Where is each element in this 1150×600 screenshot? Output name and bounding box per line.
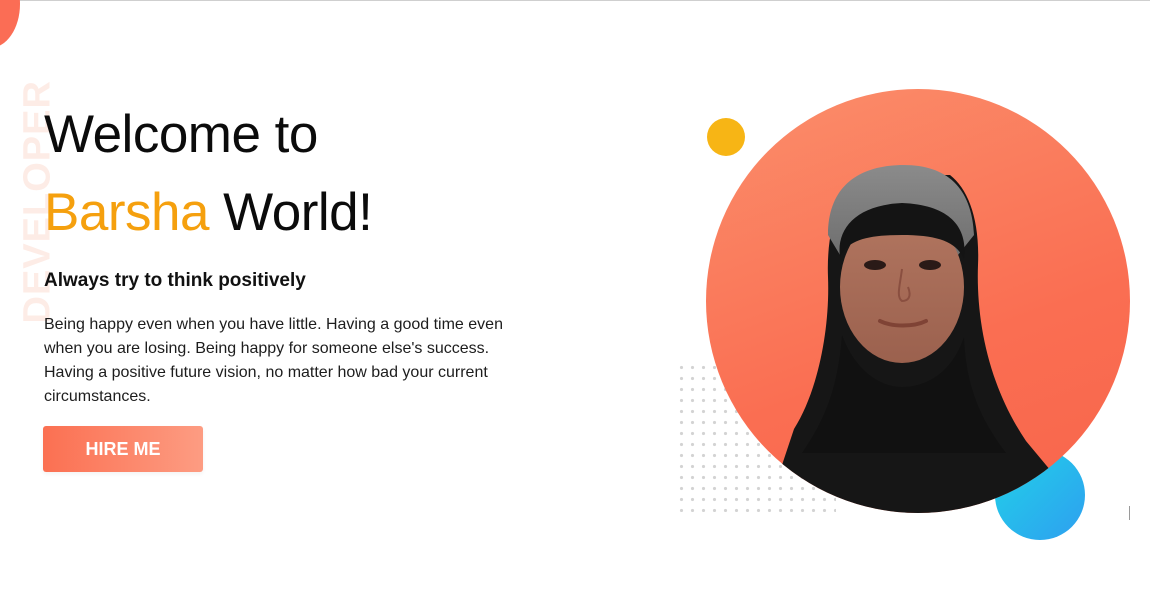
headline-line-1: Welcome to [44, 105, 318, 164]
headline-rest: World! [223, 183, 373, 242]
hero-description: Being happy even when you have little. H… [44, 316, 503, 405]
profile-portrait [766, 165, 1086, 513]
hero-text-block: Welcome to Barsha World! Always try to t… [44, 96, 514, 409]
hero-headline: Welcome to Barsha World! [44, 96, 514, 252]
corner-decoration [0, 0, 20, 48]
top-divider [0, 0, 1150, 1]
edge-tick [1129, 506, 1130, 520]
hero-tagline: Always try to think positively [44, 270, 306, 291]
hire-me-button[interactable]: HIRE ME [43, 426, 203, 472]
portrait-frame [706, 89, 1130, 513]
headline-name: Barsha [44, 183, 209, 242]
